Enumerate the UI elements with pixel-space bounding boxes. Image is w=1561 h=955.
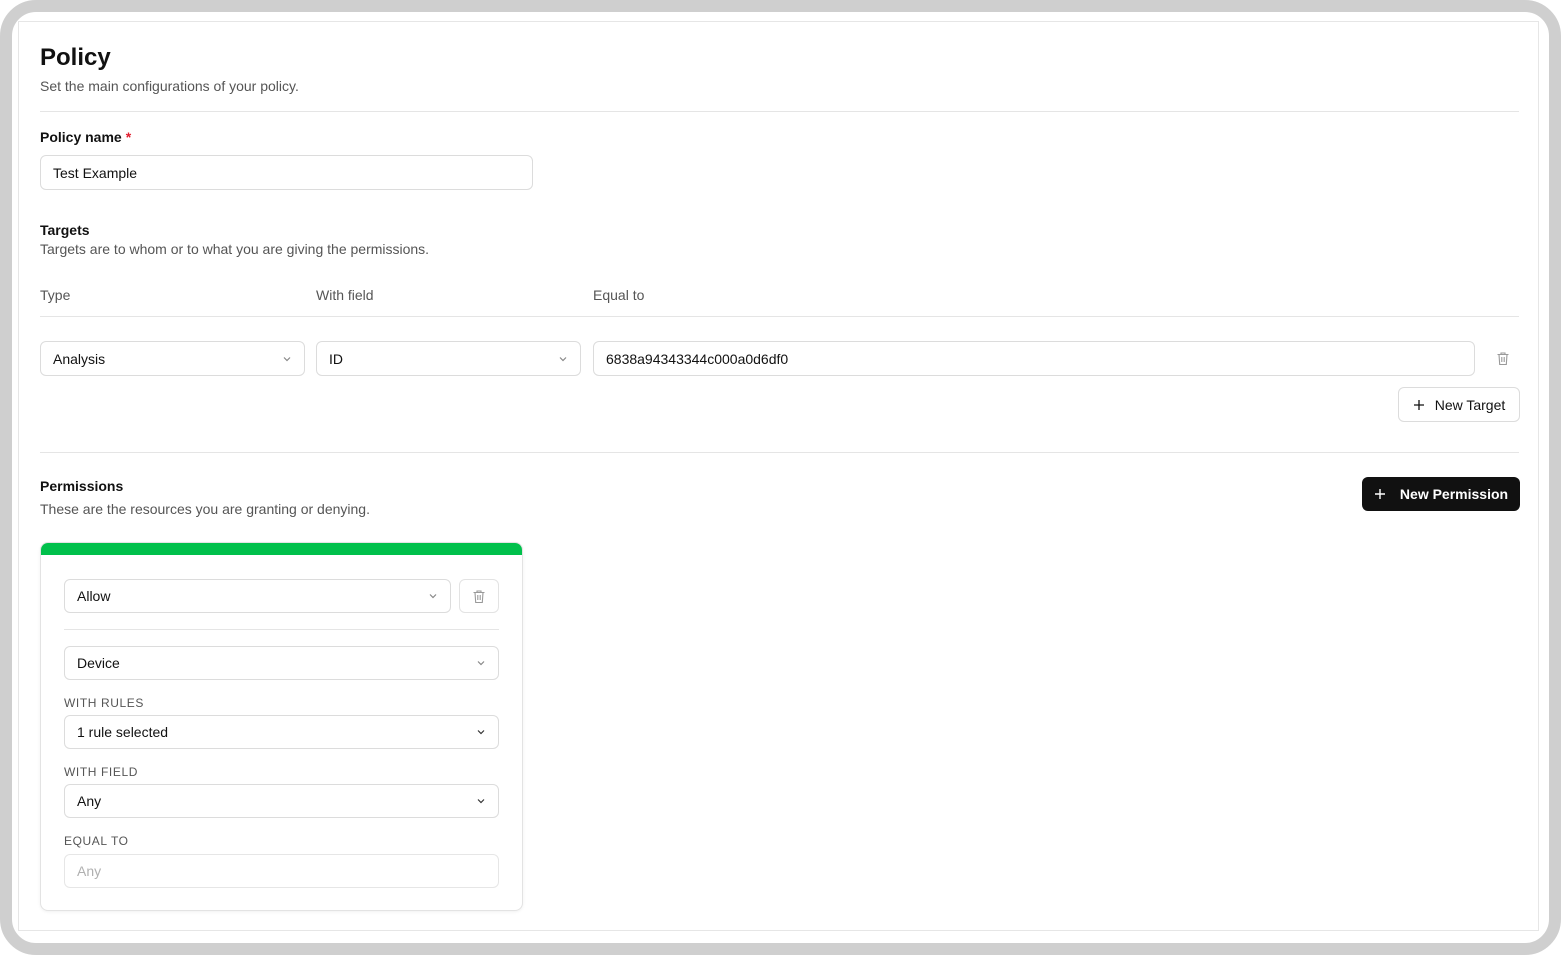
chevron-down-icon — [429, 594, 437, 599]
permission-card-accent-bar — [41, 543, 522, 555]
permission-effect-value: Allow — [77, 588, 111, 604]
target-type-select[interactable]: Analysis — [40, 341, 305, 376]
delete-target-button[interactable] — [1493, 348, 1513, 368]
column-header-equal-to: Equal to — [593, 287, 645, 303]
permission-resource-value: Device — [77, 655, 120, 671]
policy-name-label-text: Policy name — [40, 129, 122, 145]
new-target-button[interactable]: New Target — [1398, 387, 1520, 422]
new-permission-button[interactable]: New Permission — [1362, 477, 1520, 511]
column-header-type: Type — [40, 287, 71, 303]
trash-icon — [473, 589, 485, 603]
column-header-with-field: With field — [316, 287, 374, 303]
header-divider — [40, 111, 1519, 112]
policy-panel: Policy Set the main configurations of yo… — [18, 21, 1539, 931]
permissions-title: Permissions — [40, 478, 124, 494]
target-equal-to-value: 6838a94343344c000a0d6df0 — [606, 350, 789, 367]
page-subtitle: Set the main configurations of your poli… — [40, 78, 299, 94]
with-field-label: WITH FIELD — [64, 765, 138, 779]
policy-name-value: Test Example — [53, 164, 138, 181]
page-title: Policy — [40, 44, 111, 71]
plus-icon — [1413, 399, 1424, 410]
with-rules-select[interactable]: 1 rule selected — [64, 715, 499, 749]
chevron-down-icon — [477, 661, 485, 666]
new-permission-label: New Permission — [1399, 486, 1509, 502]
chevron-down-icon — [477, 730, 485, 735]
equal-to-placeholder: Any — [77, 863, 102, 879]
delete-permission-button[interactable] — [459, 579, 499, 613]
targets-header-divider — [40, 316, 1519, 317]
target-field-value: ID — [329, 350, 343, 367]
trash-icon — [1497, 351, 1509, 365]
equal-to-label: EQUAL TO — [64, 834, 129, 848]
policy-name-input[interactable]: Test Example — [40, 155, 533, 190]
plus-icon — [1374, 489, 1385, 499]
permissions-description: These are the resources you are granting… — [40, 501, 370, 517]
targets-section-divider — [40, 452, 1519, 453]
new-target-label: New Target — [1434, 396, 1506, 413]
required-mark: * — [125, 129, 132, 145]
target-field-select[interactable]: ID — [316, 341, 581, 376]
chevron-down-icon — [559, 356, 567, 361]
with-field-value: Any — [77, 793, 102, 809]
with-rules-value: 1 rule selected — [77, 724, 169, 740]
permission-resource-select[interactable]: Device — [64, 646, 499, 680]
targets-title: Targets — [40, 222, 90, 238]
chevron-down-icon — [477, 799, 485, 804]
permission-card: Allow Device WITH RULES 1 rule selected … — [40, 542, 523, 911]
permission-card-divider — [64, 629, 499, 630]
targets-description: Targets are to whom or to what you are g… — [40, 241, 430, 257]
chevron-down-icon — [283, 356, 291, 361]
policy-name-label: Policy name * — [40, 129, 131, 145]
target-equal-to-input[interactable]: 6838a94343344c000a0d6df0 — [593, 341, 1475, 376]
equal-to-input[interactable]: Any — [64, 854, 499, 888]
with-rules-label: WITH RULES — [64, 696, 145, 710]
with-field-select[interactable]: Any — [64, 784, 499, 818]
permission-effect-select[interactable]: Allow — [64, 579, 451, 613]
target-type-value: Analysis — [53, 350, 106, 367]
